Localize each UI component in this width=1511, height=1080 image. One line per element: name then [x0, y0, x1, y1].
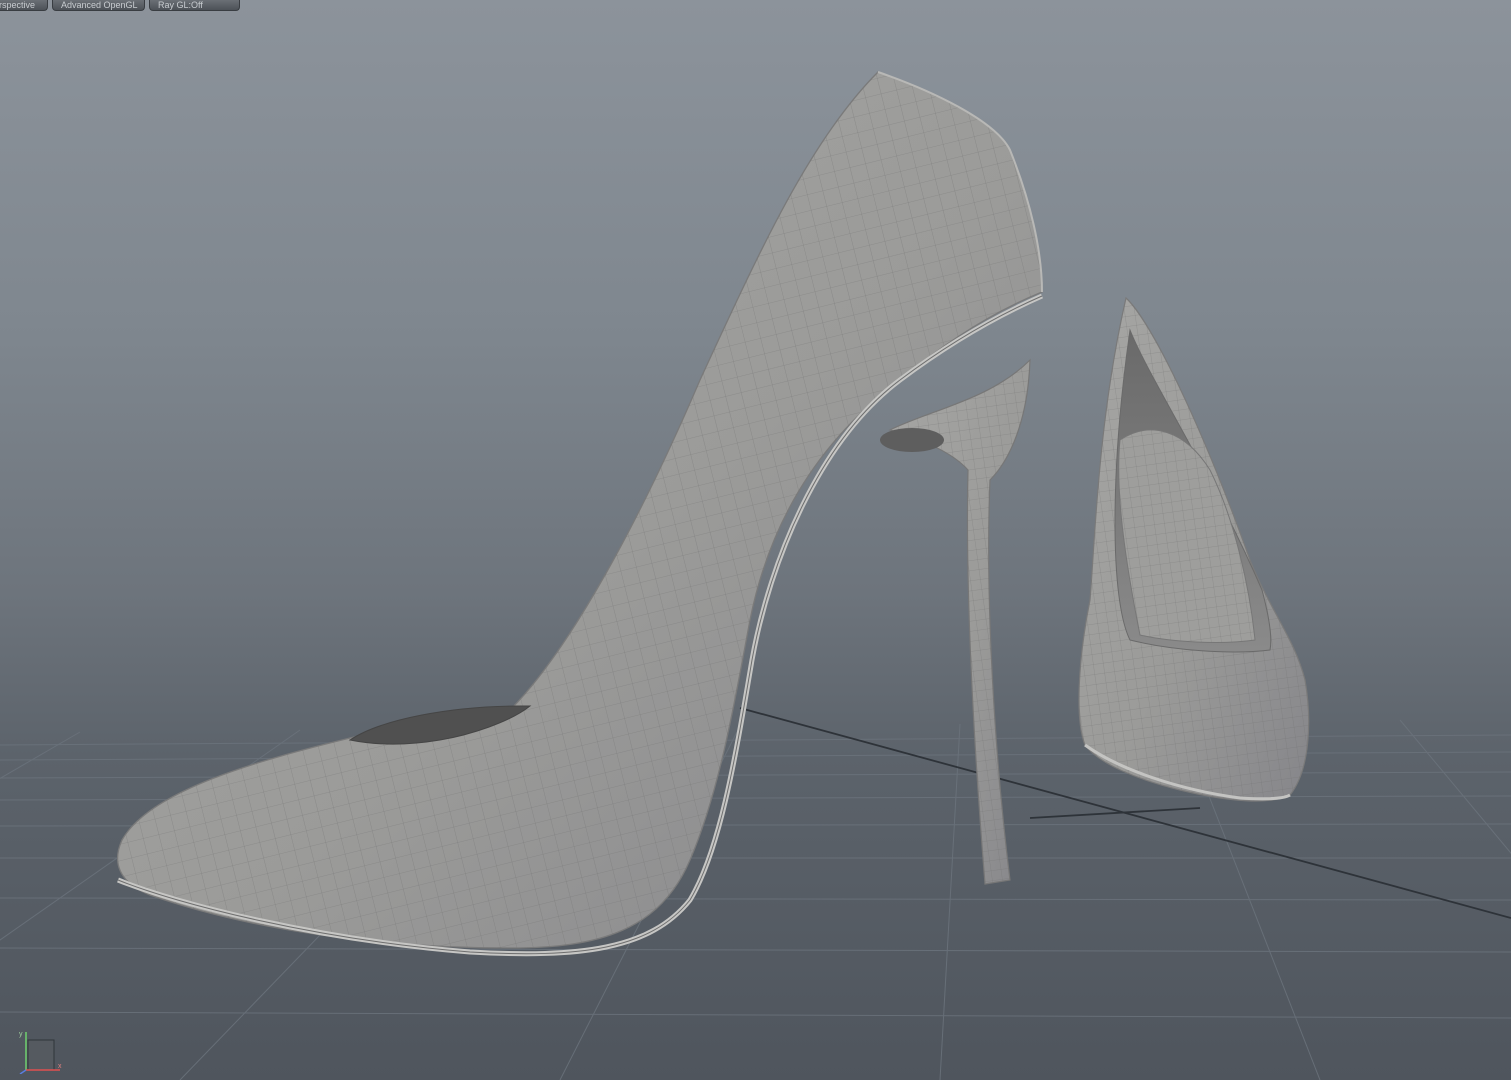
camera-menu[interactable]: rspective	[0, 0, 48, 11]
scene-canvas[interactable]	[0, 0, 1511, 1080]
y-axis-label: y	[19, 1031, 23, 1038]
3d-viewport[interactable]: rspective Advanced OpenGL Ray GL:Off y x	[0, 0, 1511, 1080]
renderer-menu[interactable]: Advanced OpenGL	[52, 0, 145, 11]
shoe-right-model	[1078, 296, 1310, 802]
ray-gl-menu[interactable]: Ray GL:Off	[149, 0, 240, 11]
z-axis-line	[19, 1069, 27, 1074]
x-axis-label: x	[58, 1063, 62, 1070]
shoe-left-model	[117, 71, 1044, 957]
axis-gizmo-icon: y x	[19, 1031, 62, 1074]
